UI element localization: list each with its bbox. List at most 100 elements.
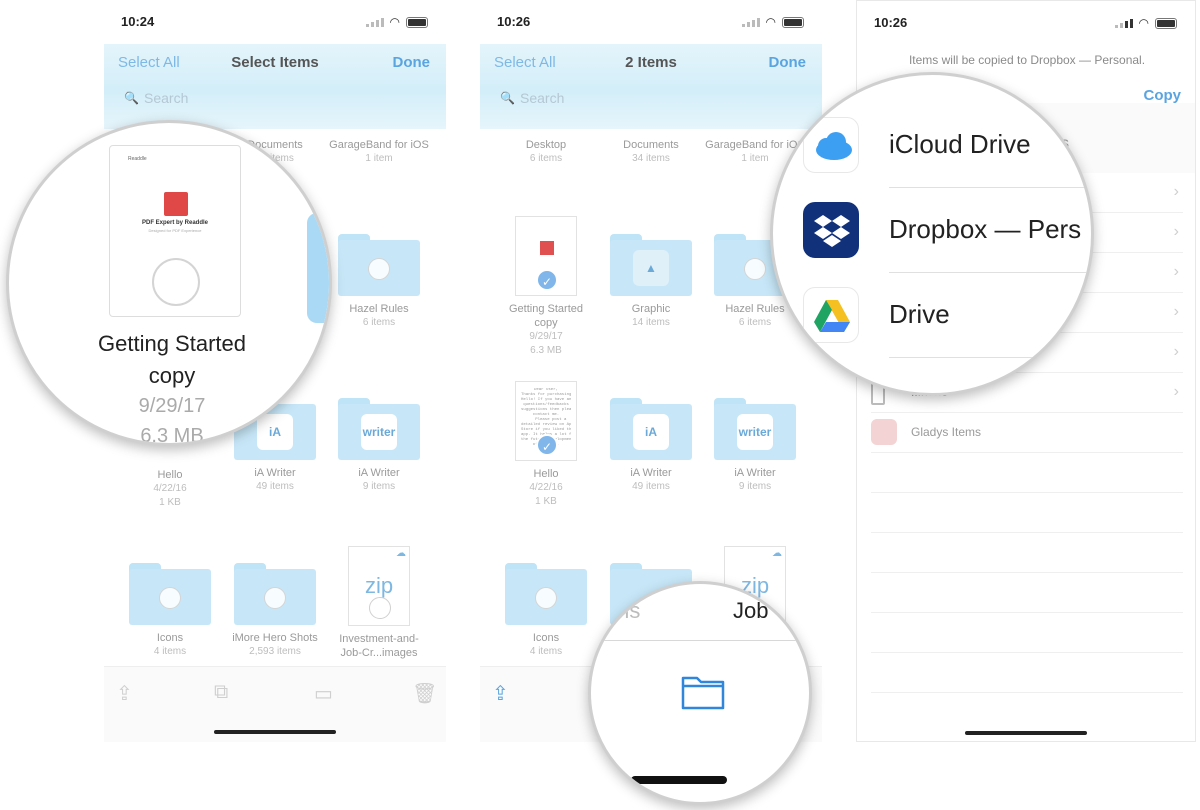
status-time: 10:26 bbox=[874, 15, 908, 30]
chevron-right-icon: › bbox=[1173, 263, 1179, 280]
search-field[interactable]: 🔍 Search bbox=[118, 90, 432, 112]
done-button[interactable]: Done bbox=[769, 54, 807, 71]
status-icons: ◠ bbox=[1114, 16, 1177, 30]
checkmark-icon: ✓ bbox=[536, 434, 558, 456]
list-item[interactable]: iA iA Writer 49 items bbox=[601, 398, 701, 494]
location-label: Drive bbox=[889, 299, 950, 329]
item-meta: 4/22/16 bbox=[153, 483, 187, 494]
folder-icon: iA bbox=[610, 398, 692, 460]
location-row-gladys[interactable]: Gladys Items bbox=[871, 413, 1183, 453]
copy-button[interactable]: Copy bbox=[1144, 87, 1182, 104]
item-meta: 49 items bbox=[632, 481, 670, 492]
chevron-right-icon: › bbox=[1173, 303, 1179, 320]
ia-writer-app-icon: writer bbox=[737, 414, 773, 450]
signal-icon bbox=[1114, 18, 1133, 28]
list-item[interactable]: ☁ zip Investment-and-Job-Cr...images bbox=[329, 546, 429, 660]
pdf-document-thumbnail[interactable]: Readdle PDF Expert by Readdle Designed f… bbox=[109, 145, 241, 317]
home-indicator bbox=[631, 776, 727, 784]
list-item-selected[interactable]: Dear User, Thanks for purchasing Hello! … bbox=[496, 381, 596, 509]
list-item[interactable]: Hazel Rules 6 items bbox=[329, 234, 429, 330]
select-all-button[interactable]: Select All bbox=[494, 54, 556, 71]
item-name: Hazel Rules bbox=[349, 303, 409, 315]
item-name: GarageBand for iOS bbox=[329, 139, 429, 151]
list-item[interactable]: GarageBand for iOS 1 item bbox=[329, 138, 429, 166]
signal-icon bbox=[741, 17, 760, 27]
select-all-button[interactable]: Select All bbox=[118, 54, 180, 71]
chevron-right-icon: › bbox=[1173, 183, 1179, 200]
location-label: Dropbox — Pers bbox=[889, 214, 1082, 244]
search-placeholder: Search bbox=[144, 90, 189, 106]
search-icon: 🔍 bbox=[124, 91, 139, 105]
item-name-line2: copy bbox=[148, 363, 196, 388]
status-icons: ◠ bbox=[365, 15, 428, 29]
list-item-selected[interactable]: ✓ Getting Started copy 9/29/17 6.3 MB bbox=[496, 216, 596, 358]
icloud-icon bbox=[803, 117, 859, 173]
selection-circle[interactable] bbox=[152, 258, 200, 306]
item-meta: 6 items bbox=[362, 317, 396, 328]
location-icloud-drive[interactable]: iCloud Drive bbox=[803, 103, 1091, 188]
chevron-right-icon: › bbox=[1173, 343, 1179, 360]
brand-text: Readdle bbox=[128, 156, 147, 162]
move-folder-button[interactable] bbox=[681, 672, 725, 710]
navigation-bar: Select All 2 Items Done 🔍 Search bbox=[480, 44, 822, 129]
item-name: iMore Hero Shots bbox=[232, 632, 318, 644]
list-item[interactable]: Documents 34 items bbox=[601, 138, 701, 166]
empty-row bbox=[871, 613, 1183, 653]
list-item[interactable]: Desktop 6 items bbox=[496, 138, 596, 166]
search-placeholder: Search bbox=[520, 90, 565, 106]
folder-icon bbox=[129, 563, 211, 625]
list-item[interactable]: ▲ Graphic 14 items bbox=[601, 234, 701, 330]
item-size: 1 KB bbox=[535, 496, 557, 507]
empty-row bbox=[871, 653, 1183, 693]
pdf-expert-logo bbox=[164, 192, 188, 216]
list-item[interactable]: iMore Hero Shots 2,593 items bbox=[225, 563, 325, 659]
empty-row bbox=[871, 533, 1183, 573]
duplicate-icon[interactable]: ⧉ bbox=[214, 681, 228, 704]
folder-icon: writer bbox=[714, 398, 796, 460]
chevron-right-icon: › bbox=[1173, 383, 1179, 400]
list-item[interactable]: writer iA Writer 9 items bbox=[705, 398, 805, 494]
done-button[interactable]: Done bbox=[393, 54, 431, 71]
wifi-icon: ◠ bbox=[1138, 16, 1149, 30]
share-icon[interactable]: ⇪ bbox=[116, 681, 133, 706]
item-meta: 49 items bbox=[256, 481, 294, 492]
home-indicator bbox=[965, 731, 1087, 735]
item-meta: 4 items bbox=[153, 646, 187, 657]
item-name: Investment-and-Job-Cr...images bbox=[339, 633, 419, 659]
folder-icon bbox=[505, 563, 587, 625]
item-meta: 9/29/17 bbox=[529, 331, 563, 342]
battery-icon bbox=[406, 16, 428, 28]
item-meta: 4 items bbox=[529, 646, 563, 657]
item-name: Icons bbox=[532, 632, 560, 644]
item-meta: 34 items bbox=[632, 153, 670, 164]
wifi-icon: ◠ bbox=[389, 15, 400, 29]
location-google-drive[interactable]: Drive bbox=[803, 273, 1091, 358]
nav-title: 2 Items bbox=[625, 54, 677, 71]
status-icons: ◠ bbox=[741, 15, 804, 29]
list-item[interactable]: Hello 4/22/16 1 KB bbox=[120, 468, 220, 510]
battery-icon bbox=[782, 16, 804, 28]
toolbar-divider bbox=[591, 640, 809, 641]
list-item[interactable]: Icons 4 items bbox=[120, 563, 220, 659]
item-name-line1: Getting Started bbox=[98, 331, 246, 356]
item-meta: 1 item bbox=[365, 153, 393, 164]
item-name: iA Writer bbox=[254, 467, 296, 479]
item-meta: 6 items bbox=[529, 153, 563, 164]
search-field[interactable]: 🔍 Search bbox=[494, 90, 808, 112]
item-size: 6.3 MB bbox=[140, 425, 204, 446]
item-meta: 9 items bbox=[362, 481, 396, 492]
item-size: 1 KB bbox=[159, 497, 181, 508]
item-name: iA Writer bbox=[358, 467, 400, 479]
text-document-thumbnail: Dear User, Thanks for purchasing Hello! … bbox=[515, 381, 577, 461]
doc-subtitle: Designed for PDF Experience bbox=[148, 228, 202, 233]
move-folder-icon[interactable]: ▭ bbox=[314, 681, 333, 706]
nav-title: Select Items bbox=[231, 54, 319, 71]
list-item[interactable]: Icons 4 items bbox=[496, 563, 596, 659]
trash-icon[interactable]: 🗑 bbox=[412, 681, 437, 706]
ia-writer-app-icon: writer bbox=[361, 414, 397, 450]
item-meta: 14 items bbox=[632, 317, 670, 328]
empty-row bbox=[871, 573, 1183, 613]
location-dropbox[interactable]: Dropbox — Pers bbox=[803, 188, 1091, 273]
list-item[interactable]: writer iA Writer 9 items bbox=[329, 398, 429, 494]
share-icon[interactable]: ⇪ bbox=[492, 681, 509, 706]
